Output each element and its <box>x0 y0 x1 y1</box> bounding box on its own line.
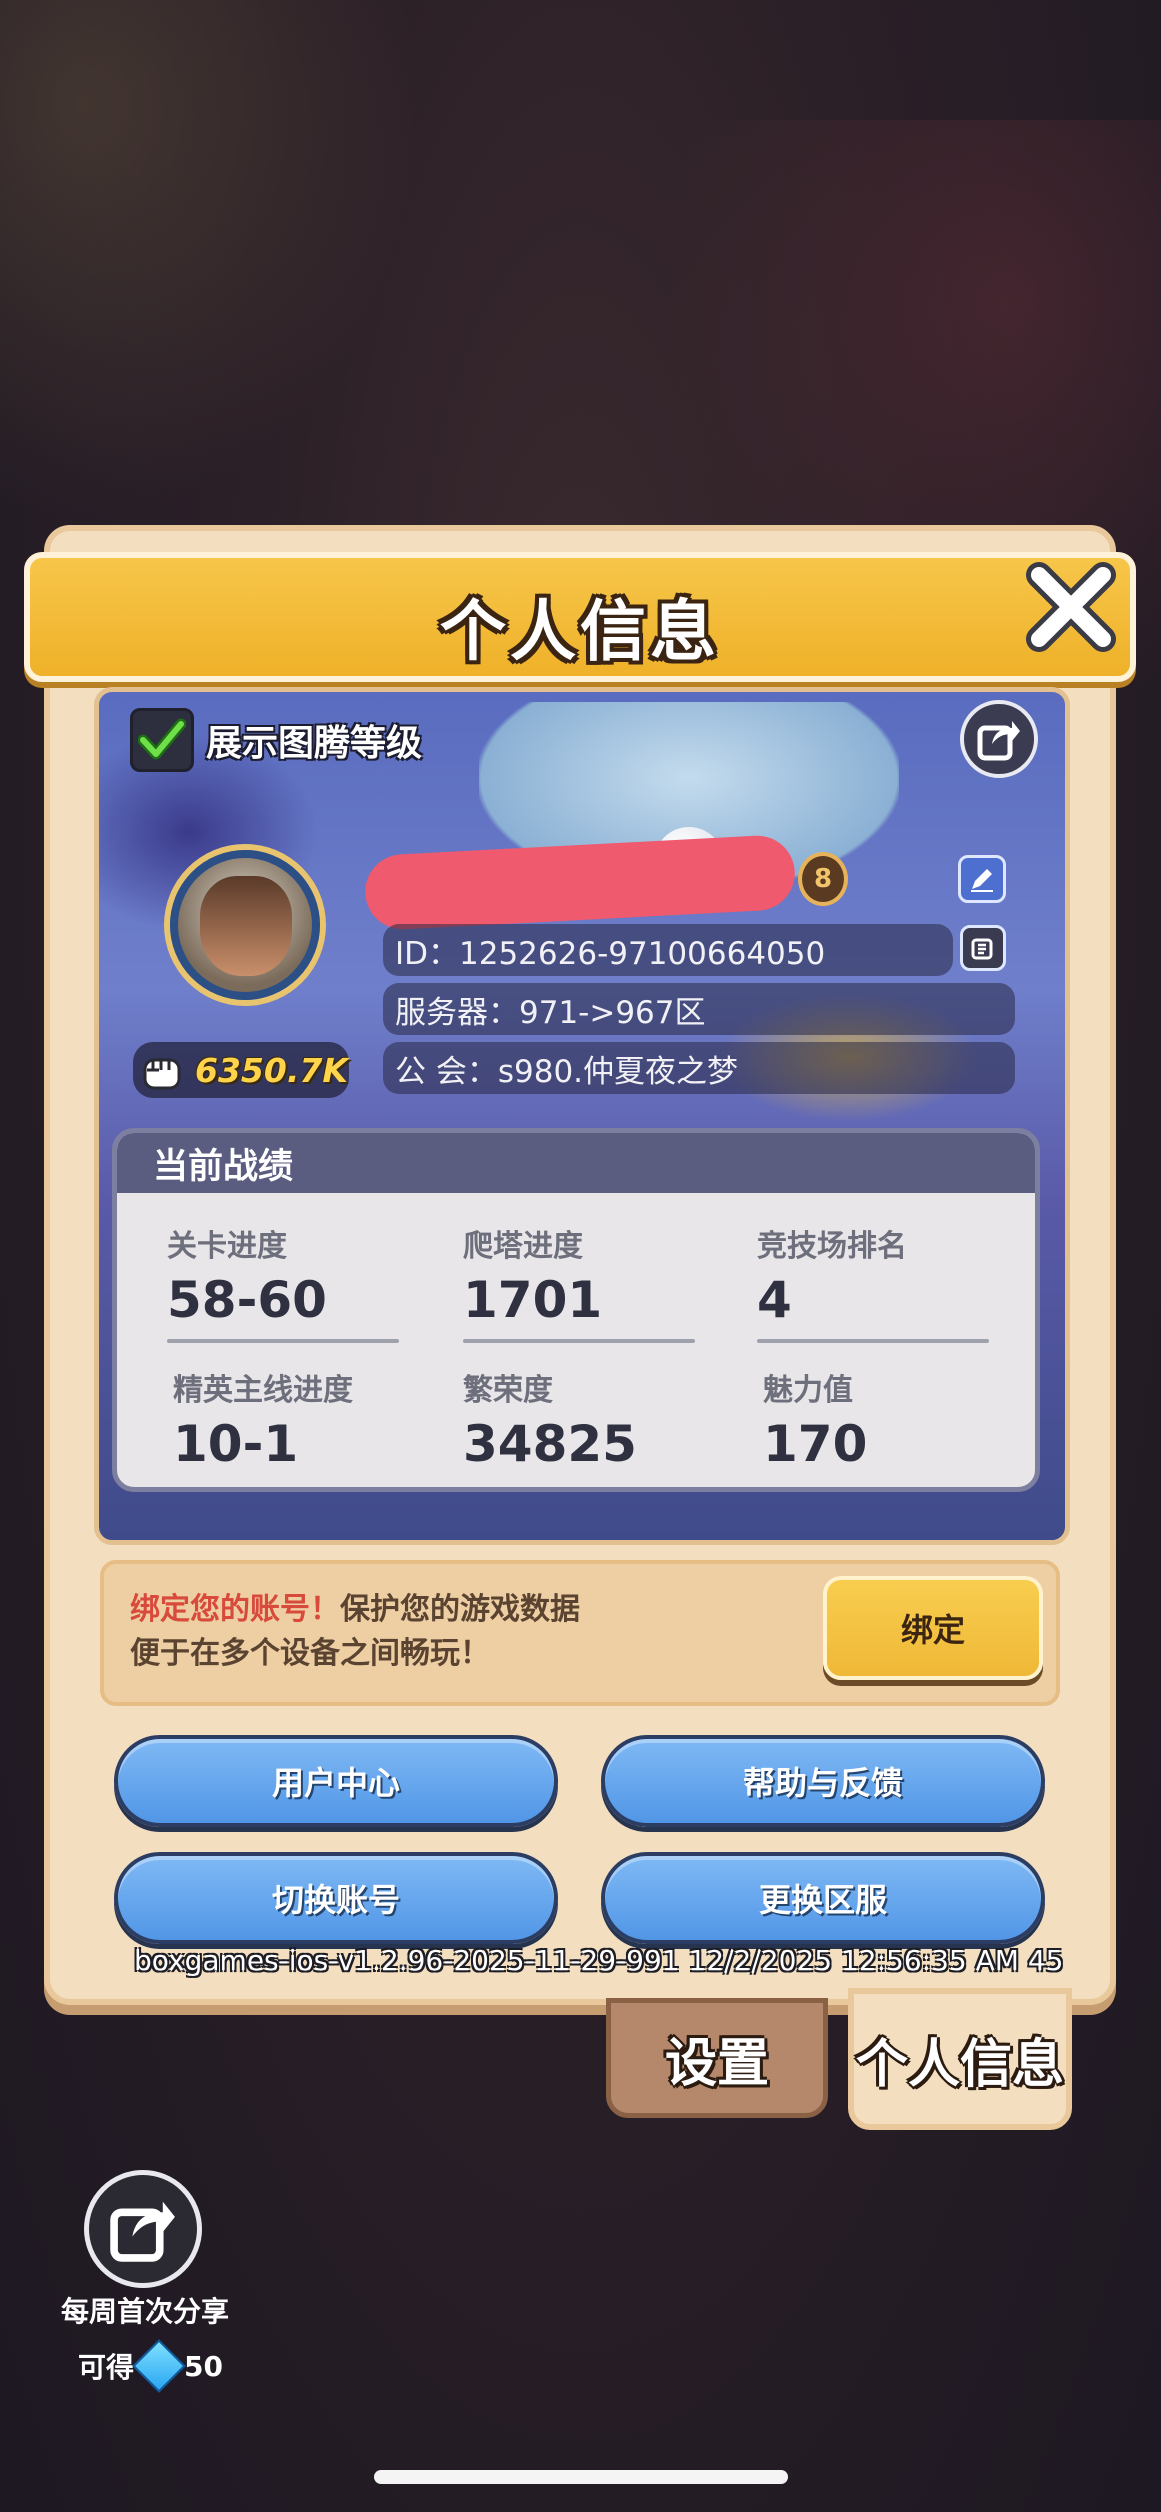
stat-elite-progress: 精英主线进度 10-1 <box>173 1365 413 1473</box>
share-icon <box>110 2201 175 2262</box>
stat-underline <box>757 1339 989 1343</box>
weekly-share-label: 每周首次分享 <box>60 2295 229 2328</box>
switch-account-button[interactable]: 切换账号 <box>114 1852 558 1944</box>
bind-message-line1: 绑定您的账号！保护您的游戏数据 <box>130 1584 580 1628</box>
bind-message-rest: 保护您的游戏数据 <box>340 1592 580 1627</box>
dialog-title-bar: 个人信息 <box>24 552 1136 682</box>
help-feedback-button[interactable]: 帮助与反馈 <box>601 1735 1045 1827</box>
bind-message-line2: 便于在多个设备之间畅玩！ <box>130 1636 490 1671</box>
fist-icon <box>143 1058 181 1090</box>
stat-prosperity: 繁荣度 34825 <box>463 1365 703 1473</box>
stat-label: 关卡进度 <box>167 1229 287 1264</box>
stat-value: 10-1 <box>173 1415 299 1473</box>
avatar-portrait <box>200 876 292 976</box>
player-server: 服务器：971->967区 <box>383 983 1015 1035</box>
show-totem-toggle[interactable]: 展示图腾等级 <box>130 708 422 772</box>
tab-profile[interactable]: 个人信息 <box>848 1988 1072 2130</box>
stat-label: 精英主线进度 <box>173 1373 353 1408</box>
show-totem-checkbox[interactable] <box>130 708 194 772</box>
stat-label: 竞技场排名 <box>757 1229 907 1264</box>
user-center-button[interactable]: 用户中心 <box>114 1735 558 1827</box>
avatar[interactable] <box>170 850 320 1000</box>
combat-power-value: 6350.7K <box>195 1050 348 1090</box>
stat-label: 爬塔进度 <box>463 1229 583 1264</box>
stat-label: 魅力值 <box>763 1373 853 1408</box>
stat-value: 34825 <box>463 1415 637 1473</box>
check-icon <box>138 718 186 760</box>
level-badge: 8 <box>798 852 848 906</box>
dialog-title: 个人信息 <box>440 593 720 670</box>
weekly-share-reward: 可得 50 <box>78 2339 223 2393</box>
stat-arena-rank: 竞技场排名 4 <box>757 1221 997 1343</box>
reward-amount: 50 <box>184 2349 223 2383</box>
stat-stage-progress: 关卡进度 58-60 <box>167 1221 407 1343</box>
show-totem-label: 展示图腾等级 <box>206 723 423 764</box>
stat-value: 170 <box>763 1415 868 1473</box>
copy-icon <box>971 938 993 960</box>
background-glow-left <box>0 0 420 520</box>
stat-charm: 魅力值 170 <box>763 1365 1003 1473</box>
stat-underline <box>463 1339 695 1343</box>
stat-label: 繁荣度 <box>463 1373 553 1408</box>
stats-panel: 当前战绩 关卡进度 58-60 爬塔进度 1701 竞技场排名 4 精英主线进度… <box>112 1128 1040 1492</box>
share-icon <box>977 721 1020 761</box>
close-icon <box>1026 562 1116 652</box>
weekly-share-button[interactable] <box>84 2170 202 2288</box>
stat-tower-progress: 爬塔进度 1701 <box>463 1221 703 1343</box>
bind-button[interactable]: 绑定 <box>823 1576 1043 1680</box>
close-button[interactable] <box>1012 552 1130 662</box>
change-server-button[interactable]: 更换区服 <box>601 1852 1045 1944</box>
stat-value: 1701 <box>463 1271 603 1329</box>
player-guild: 公 会：s980.仲夏夜之梦 <box>383 1042 1015 1094</box>
copy-id-button[interactable] <box>960 925 1006 971</box>
stat-value: 4 <box>757 1271 792 1329</box>
stat-underline <box>167 1339 399 1343</box>
bind-warning: 绑定您的账号！ <box>130 1592 340 1627</box>
gem-icon <box>132 2339 186 2393</box>
version-info: boxgames-ios-v1.2.96-2025-11-29-991 12/2… <box>134 1944 1064 1977</box>
reward-prefix: 可得 <box>78 2351 135 2384</box>
player-id: ID：1252626-97100664050 <box>383 924 953 976</box>
combat-power: 6350.7K <box>133 1042 349 1098</box>
share-button[interactable] <box>960 700 1038 778</box>
edit-icon <box>971 869 993 892</box>
stats-header: 当前战绩 <box>117 1133 1035 1193</box>
tab-settings[interactable]: 设置 <box>606 1998 828 2118</box>
home-indicator[interactable] <box>374 2470 788 2484</box>
edit-name-button[interactable] <box>958 855 1006 903</box>
stat-value: 58-60 <box>167 1271 327 1329</box>
